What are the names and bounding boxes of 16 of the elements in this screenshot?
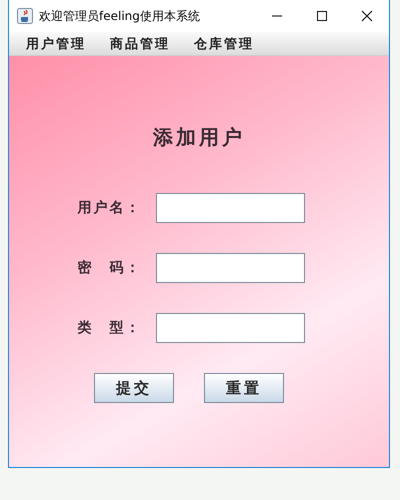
field-label: 用户名： xyxy=(78,199,142,217)
maximize-icon xyxy=(316,10,328,22)
input-field[interactable] xyxy=(156,253,304,283)
coffee-cup-icon xyxy=(17,8,33,24)
window-title: 欢迎管理员feeling使用本系统 xyxy=(39,8,200,24)
form-button[interactable]: 提交 xyxy=(94,373,174,403)
input-field[interactable] xyxy=(156,193,304,223)
menu-item[interactable]: 商品管理 xyxy=(110,34,170,52)
menu-item[interactable]: 仓库管理 xyxy=(194,34,254,52)
form-button[interactable]: 重置 xyxy=(204,373,284,403)
input-field[interactable] xyxy=(156,313,304,343)
field-label: 类 型： xyxy=(78,319,142,337)
close-icon xyxy=(360,10,372,22)
form-heading: 添加用户 xyxy=(153,126,245,151)
menu-item[interactable]: 用户管理 xyxy=(26,34,86,52)
field-label: 密 码： xyxy=(78,259,142,277)
